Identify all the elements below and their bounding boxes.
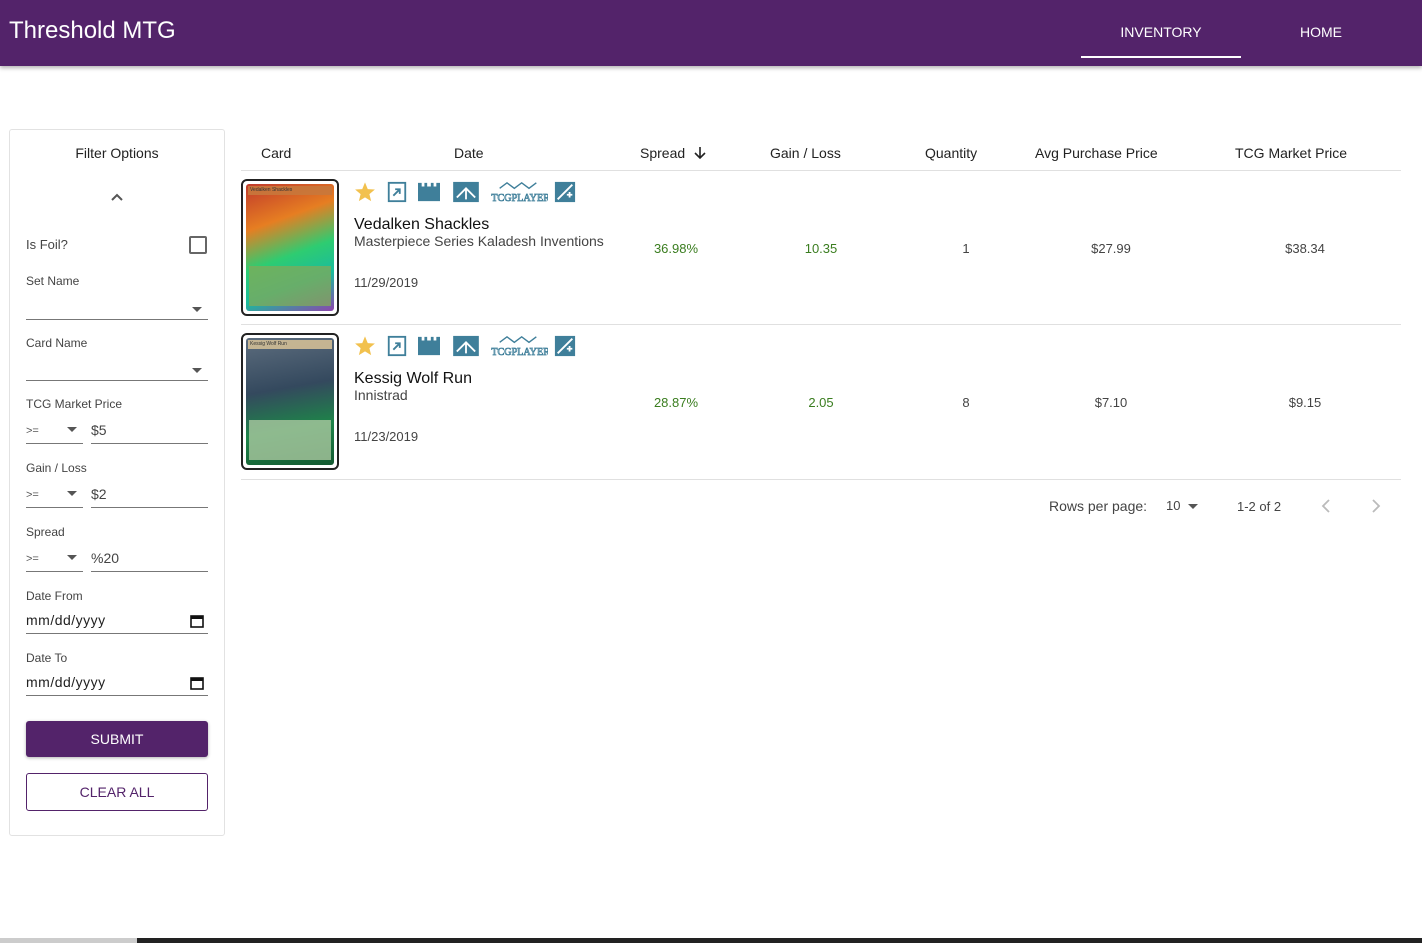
card-name-label: Card Name [26,336,88,350]
castle-icon[interactable] [416,335,442,357]
gain-loss-input[interactable]: $2 [91,482,208,508]
column-header-spread[interactable]: Spread [640,145,707,161]
tcg-price-input[interactable]: $5 [91,418,208,444]
avg-purchase-price-value: $7.10 [1094,395,1128,410]
tcgplayer-logo[interactable]: TCGPLAYER [488,335,548,357]
card-textbox [249,420,331,460]
card-image[interactable]: Kessig Wolf Run [241,333,339,470]
chevron-down-icon [192,368,202,373]
column-header-date[interactable]: Date [454,145,484,161]
card-name-select[interactable] [26,359,208,381]
card-set: Innistrad [354,387,408,403]
scryfall-icon[interactable] [386,335,408,357]
card-textbox [249,266,331,306]
column-header-gain-loss[interactable]: Gain / Loss [770,145,841,161]
tcgplayer-logo-text: TCGPLAYER [491,347,548,357]
column-header-spread-label: Spread [640,145,686,161]
column-header-quantity[interactable]: Quantity [925,145,977,161]
chevron-up-icon[interactable] [109,190,125,206]
card-date: 11/23/2019 [354,429,419,444]
is-foil-checkbox[interactable] [189,236,207,254]
date-to-input[interactable]: mm/dd/yyyy [26,670,208,696]
card-name[interactable]: Kessig Wolf Run [354,370,472,388]
card-art-name: Vedalken Shackles [248,186,332,195]
gain-loss-label: Gain / Loss [26,461,87,475]
scrollbar-track [0,938,137,943]
arrow-down-icon [694,147,706,160]
operator-value: >= [26,489,39,501]
book-icon[interactable] [451,181,481,203]
horizontal-scrollbar[interactable] [137,938,1422,943]
spread-label: Spread [26,525,65,539]
row-divider [241,479,1401,480]
edit-plus-icon[interactable] [554,181,576,203]
tcg-market-price-value: $9.15 [1288,395,1322,410]
tcg-market-price-label: TCG Market Price [26,397,123,411]
quantity-value: 8 [962,395,970,410]
spread-input[interactable]: %20 [91,546,208,572]
card-name[interactable]: Vedalken Shackles [354,216,489,234]
tcgplayer-logo[interactable]: TCGPLAYER [488,181,548,203]
app-title: Threshold MTG [9,17,176,44]
rows-per-page-label: Rows per page: [1049,498,1148,514]
gain-loss-value: 2.05 [808,395,834,410]
card-date: 11/29/2019 [354,275,419,290]
edit-plus-icon[interactable] [554,335,576,357]
date-to-label: Date To [26,651,68,665]
rows-per-page-select[interactable]: 10 [1166,498,1202,516]
chevron-down-icon [67,427,77,432]
avg-purchase-price-value: $27.99 [1091,241,1131,256]
date-from-input[interactable]: mm/dd/yyyy [26,608,208,634]
star-icon[interactable] [354,181,376,203]
scryfall-icon[interactable] [386,181,408,203]
set-name-label: Set Name [26,274,80,288]
operator-value: >= [26,553,39,565]
date-to-placeholder: mm/dd/yyyy [26,674,106,690]
chevron-down-icon [67,491,77,496]
column-header-card[interactable]: Card [261,145,291,161]
star-icon[interactable] [354,335,376,357]
tab-home[interactable]: HOME [1241,0,1401,58]
gain-loss-value: 10.35 [804,241,838,256]
column-header-avg-purchase-price[interactable]: Avg Purchase Price [1035,145,1158,161]
column-header-tcg-market-price[interactable]: TCG Market Price [1235,145,1347,161]
calendar-icon[interactable] [190,614,204,628]
chevron-down-icon [67,555,77,560]
operator-value: >= [26,425,39,437]
table-header-divider [241,170,1401,171]
castle-icon[interactable] [416,181,442,203]
set-name-select[interactable] [26,298,208,320]
row-divider [241,324,1401,325]
date-from-placeholder: mm/dd/yyyy [26,612,106,628]
calendar-icon[interactable] [190,676,204,690]
previous-page-icon[interactable] [1317,496,1337,516]
quantity-value: 1 [962,241,970,256]
is-foil-label: Is Foil? [26,237,68,252]
book-icon[interactable] [451,335,481,357]
submit-button[interactable]: SUBMIT [26,721,208,757]
pagination-range: 1-2 of 2 [1237,499,1282,514]
chevron-down-icon [192,307,202,312]
tcgplayer-logo-text: TCGPLAYER [491,193,548,203]
filter-panel: Filter Options Is Foil? Set Name Card Na… [9,129,225,836]
date-from-label: Date From [26,589,83,603]
card-set: Masterpiece Series Kaladesh Inventions [354,233,604,249]
spread-value: 28.87% [653,395,699,410]
spread-value: 36.98% [653,241,699,256]
next-page-icon[interactable] [1365,496,1385,516]
tcg-market-price-value: $38.34 [1285,241,1325,256]
card-art-name: Kessig Wolf Run [248,340,332,349]
chevron-down-icon [1188,504,1198,509]
spread-operator-select[interactable]: >= [26,546,83,572]
tcg-price-operator-select[interactable]: >= [26,418,83,444]
card-image[interactable]: Vedalken Shackles [241,179,339,316]
filter-title: Filter Options [75,145,159,161]
rows-per-page-value: 10 [1166,498,1181,513]
clear-all-button[interactable]: CLEAR ALL [26,773,208,811]
gain-loss-operator-select[interactable]: >= [26,482,83,508]
tab-inventory[interactable]: INVENTORY [1081,0,1241,58]
app-bar: Threshold MTG INVENTORY HOME [0,0,1422,66]
